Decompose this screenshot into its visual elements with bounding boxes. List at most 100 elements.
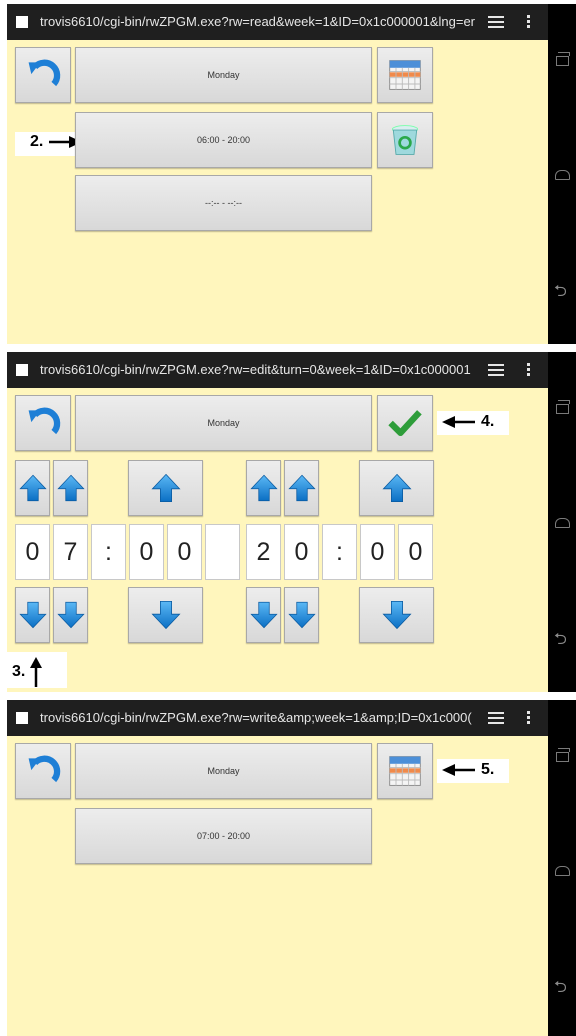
url-text: trovis6610/cgi-bin/rwZPGM.exe?rw=edit&tu… — [40, 362, 471, 377]
time-slot-1-button[interactable]: 07:00 - 20:00 — [75, 808, 372, 864]
undo-button[interactable] — [15, 743, 71, 799]
arrow-down-icon — [249, 600, 279, 630]
end-minutes-down[interactable] — [359, 587, 434, 643]
confirm-button[interactable] — [377, 395, 433, 451]
android-navbar: ⮌ — [548, 352, 576, 692]
day-button[interactable]: Monday — [75, 395, 372, 451]
callout-3: 3. — [12, 657, 43, 687]
range-separator — [205, 524, 240, 580]
arrow-down-icon — [56, 600, 86, 630]
tab-icon — [16, 16, 28, 28]
time-separator: : — [91, 524, 126, 580]
android-navbar: ⮌ — [548, 700, 576, 1036]
start-hour-ones-digit: 7 — [53, 524, 88, 580]
time-slot-2-label: --:-- - --:-- — [205, 198, 242, 208]
address-bar[interactable]: trovis6610/cgi-bin/rwZPGM.exe?rw=read&we… — [7, 4, 548, 40]
arrow-up-icon — [150, 472, 182, 504]
tab-icon — [16, 364, 28, 376]
start-minutes-up[interactable] — [128, 460, 203, 516]
nav-back-icon[interactable]: ⮌ — [554, 280, 567, 307]
android-navbar: ⮌ — [548, 4, 576, 344]
end-minutes-up[interactable] — [359, 460, 434, 516]
day-button[interactable]: Monday — [75, 47, 372, 103]
day-label: Monday — [207, 766, 240, 776]
arrow-left-icon — [442, 764, 475, 776]
callout-3-text: 3. — [12, 663, 26, 680]
checkmark-icon — [387, 405, 423, 441]
time-separator: : — [322, 524, 357, 580]
arrow-down-icon — [150, 599, 182, 631]
nav-recent-apps-icon[interactable] — [556, 400, 570, 414]
callout-4: 4. — [441, 413, 494, 431]
callout-5: 5. — [441, 761, 494, 779]
end-hour-ones-digit: 0 — [284, 524, 319, 580]
start-hour-ones-up[interactable] — [53, 460, 88, 516]
day-button[interactable]: Monday — [75, 743, 372, 799]
undo-icon — [25, 405, 61, 441]
screen-edit: trovis6610/cgi-bin/rwZPGM.exe?rw=edit&tu… — [7, 352, 576, 692]
start-minutes-down[interactable] — [128, 587, 203, 643]
arrow-up-icon — [381, 472, 413, 504]
start-hour-tens-digit: 0 — [15, 524, 50, 580]
time-slot-1-label: 07:00 - 20:00 — [196, 831, 251, 841]
nav-recent-apps-icon[interactable] — [556, 748, 570, 762]
browser-overflow-icon[interactable] — [527, 711, 531, 726]
browser-menu-icon[interactable] — [488, 712, 504, 727]
end-hour-tens-down[interactable] — [246, 587, 281, 643]
undo-button[interactable] — [15, 47, 71, 103]
nav-home-icon[interactable] — [555, 518, 570, 528]
start-minute-ones-digit: 0 — [167, 524, 202, 580]
recycle-bin-icon — [387, 122, 423, 158]
arrow-up-icon — [56, 473, 86, 503]
arrow-down-icon — [287, 600, 317, 630]
arrow-up-pointer-icon — [30, 657, 43, 687]
calendar-icon — [387, 57, 423, 93]
callout-2-text: 2. — [30, 133, 44, 150]
address-bar[interactable]: trovis6610/cgi-bin/rwZPGM.exe?rw=edit&tu… — [7, 352, 548, 388]
end-hour-ones-down[interactable] — [284, 587, 319, 643]
browser-menu-icon[interactable] — [488, 16, 504, 31]
nav-recent-apps-icon[interactable] — [556, 52, 570, 66]
url-text: trovis6610/cgi-bin/rwZPGM.exe?rw=write&a… — [40, 710, 472, 725]
day-label: Monday — [207, 70, 240, 80]
time-slot-2-button[interactable]: --:-- - --:-- — [75, 175, 372, 231]
url-text: trovis6610/cgi-bin/rwZPGM.exe?rw=read&we… — [40, 14, 476, 29]
undo-icon — [25, 753, 61, 789]
start-minute-tens-digit: 0 — [129, 524, 164, 580]
nav-back-icon[interactable]: ⮌ — [554, 628, 567, 655]
start-hour-tens-up[interactable] — [15, 460, 50, 516]
calendar-icon — [387, 753, 423, 789]
browser-overflow-icon[interactable] — [527, 15, 531, 30]
arrow-up-icon — [18, 473, 48, 503]
nav-home-icon[interactable] — [555, 866, 570, 876]
tab-icon — [16, 712, 28, 724]
calendar-button[interactable] — [377, 47, 433, 103]
undo-icon — [25, 57, 61, 93]
start-hour-ones-down[interactable] — [53, 587, 88, 643]
nav-back-icon[interactable]: ⮌ — [554, 976, 567, 1003]
end-hour-tens-up[interactable] — [246, 460, 281, 516]
calendar-button[interactable] — [377, 743, 433, 799]
arrow-down-icon — [18, 600, 48, 630]
day-label: Monday — [207, 418, 240, 428]
end-minute-ones-digit: 0 — [398, 524, 433, 580]
end-minute-tens-digit: 0 — [360, 524, 395, 580]
browser-overflow-icon[interactable] — [527, 363, 531, 378]
undo-button[interactable] — [15, 395, 71, 451]
callout-4-text: 4. — [481, 413, 495, 430]
nav-home-icon[interactable] — [555, 170, 570, 180]
arrow-up-icon — [249, 473, 279, 503]
time-slot-1-label: 06:00 - 20:00 — [196, 135, 251, 145]
address-bar[interactable]: trovis6610/cgi-bin/rwZPGM.exe?rw=write&a… — [7, 700, 548, 736]
arrow-left-icon — [442, 416, 475, 428]
screen-read: trovis6610/cgi-bin/rwZPGM.exe?rw=read&we… — [7, 4, 576, 344]
callout-5-text: 5. — [481, 761, 495, 778]
end-hour-ones-up[interactable] — [284, 460, 319, 516]
end-hour-tens-digit: 2 — [246, 524, 281, 580]
delete-button[interactable] — [377, 112, 433, 168]
time-slot-1-button[interactable]: 06:00 - 20:00 — [75, 112, 372, 168]
screen-write: trovis6610/cgi-bin/rwZPGM.exe?rw=write&a… — [7, 700, 576, 1036]
browser-menu-icon[interactable] — [488, 364, 504, 379]
start-hour-tens-down[interactable] — [15, 587, 50, 643]
arrow-up-icon — [287, 473, 317, 503]
